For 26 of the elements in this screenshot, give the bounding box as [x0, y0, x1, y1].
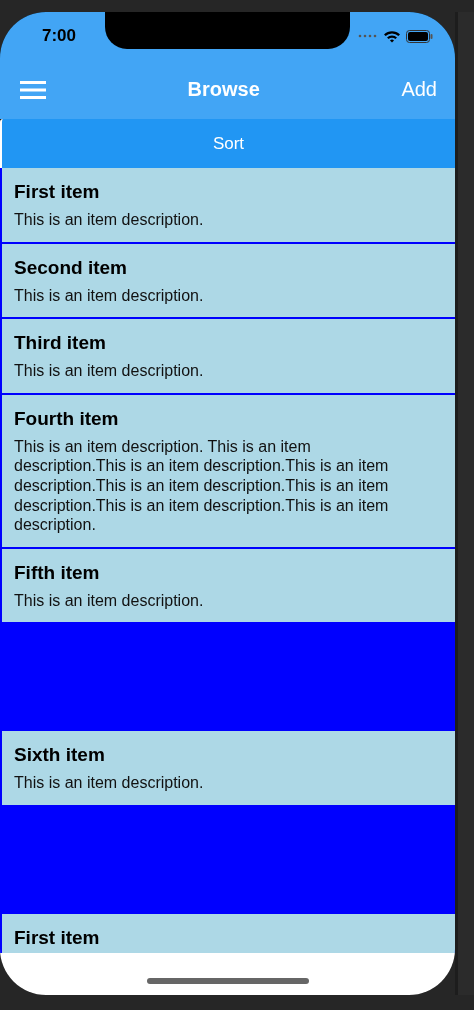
list-item[interactable]: Second item This is an item description. [0, 243, 455, 320]
list-item[interactable] [0, 394, 455, 549]
item-description: This is an item description. [14, 210, 205, 230]
item-title: Third item [14, 331, 107, 356]
item-title: Fourth item [14, 406, 120, 431]
menu-icon[interactable] [20, 79, 46, 100]
item-description: This is an item description. [14, 361, 205, 381]
list-item[interactable]: Sixth item This is an item description. [0, 731, 455, 807]
wifi-icon [383, 29, 401, 43]
item-description: This is an item description. This is an item description.This is an item description.This is an item description.This is an item description.This is an item description.This is an item description.This is an item description. [14, 436, 390, 535]
item-description: This is an item description. [14, 773, 205, 793]
battery-icon [406, 29, 433, 43]
list-item[interactable]: Fifth item This is an item description. [0, 548, 455, 625]
signal-icon [358, 34, 378, 38]
list-item[interactable]: First item [0, 913, 455, 953]
item-title: First item [14, 180, 101, 204]
page-title: Browse [187, 78, 260, 101]
list-item[interactable]: Third item This is an item description. [0, 319, 455, 395]
item-title: Second item [14, 255, 128, 280]
item-description: This is an item description. [14, 590, 205, 611]
item-title: Sixth item [14, 743, 106, 768]
item-title: First item [14, 925, 101, 950]
list-item[interactable]: First item This is an item description. [0, 168, 455, 244]
item-title: Fifth item [14, 560, 101, 585]
item-description: This is an item description. [14, 285, 205, 306]
status-time: 7:00 [42, 26, 77, 46]
